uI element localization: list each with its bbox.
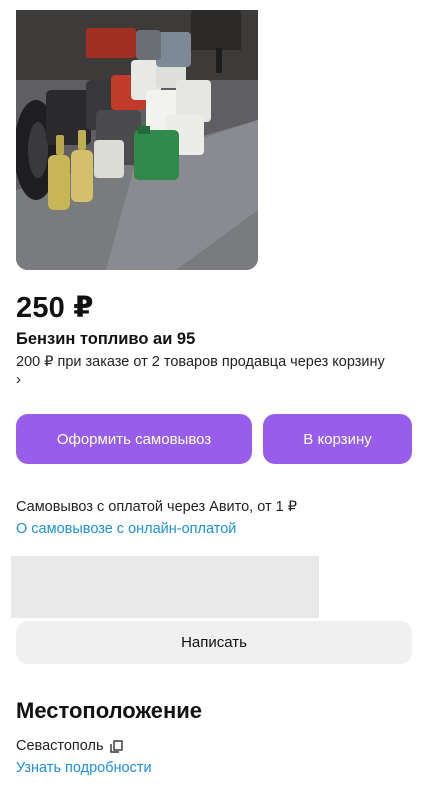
product-photo-image [16, 10, 258, 270]
add-to-cart-button[interactable]: В корзину [263, 414, 412, 464]
pickup-info-text: Самовывоз с оплатой через Авито, от 1 ₽ [16, 499, 297, 515]
copy-icon[interactable] [109, 739, 123, 753]
price: 250 ₽ [16, 292, 94, 324]
seller-info-placeholder [11, 556, 319, 618]
cart-promo-text[interactable]: 200 ₽ при заказе от 2 товаров продавца ч… [16, 352, 416, 372]
pickup-button[interactable]: Оформить самовывоз [16, 414, 252, 464]
listing-page: 250 ₽ Бензин топливо аи 95 200 ₽ при зак… [0, 0, 428, 790]
write-message-button[interactable]: Написать [16, 621, 412, 664]
location-city: Севастополь [16, 738, 104, 754]
location-city-row: Севастополь [16, 738, 123, 754]
listing-title: Бензин топливо аи 95 [16, 330, 196, 348]
location-details-link[interactable]: Узнать подробности [16, 760, 152, 776]
pickup-info-link[interactable]: О самовывозе с онлайн-оплатой [16, 521, 236, 537]
location-heading: Местоположение [16, 698, 203, 723]
product-photo[interactable] [16, 10, 258, 270]
chevron-right-icon[interactable]: › [16, 371, 21, 388]
